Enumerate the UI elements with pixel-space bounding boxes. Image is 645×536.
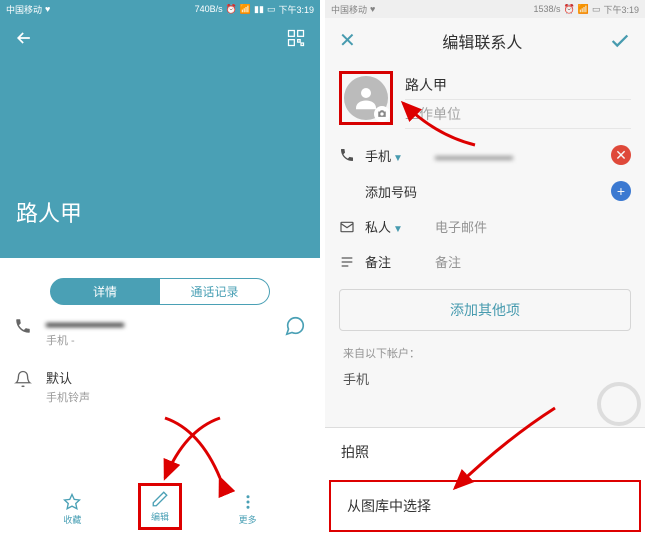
back-button[interactable] [14,28,34,48]
add-number-row[interactable]: 添加号码 + [325,173,645,209]
alarm-icon: ⏰ [564,4,575,15]
heart-icon: ♥ [370,4,375,14]
alarm-icon: ⏰ [226,4,237,15]
add-other-button[interactable]: 添加其他项 [339,289,631,331]
note-icon [339,254,355,270]
close-button[interactable]: ✕ [339,28,356,53]
message-icon[interactable] [284,315,306,337]
email-row[interactable]: 私人▼ 电子邮件 [325,209,645,244]
note-field[interactable]: 备注 [435,252,631,271]
account-value: 手机 [325,365,645,392]
edit-header: ✕ 编辑联系人 [325,18,645,63]
avatar-row: 路人甲 工作单位 [325,63,645,137]
add-number-button[interactable]: + [611,181,631,201]
signal-icon: ▮▮ [254,4,264,15]
dropdown-icon[interactable]: ▼ [393,153,403,164]
edit-label: 编辑 [151,510,169,523]
phone-field-row[interactable]: 手机▼ ▬▬▬▬▬▬ ✕ [325,137,645,173]
time-label: 下午3:19 [278,3,314,16]
phone-value[interactable]: ▬▬▬▬▬▬ [435,148,601,163]
ringtone-sub: 手机铃声 [46,389,306,405]
phone-type: 手机 [365,149,391,164]
more-label: 更多 [239,513,257,526]
battery-icon: ▭ [267,4,276,15]
contact-name: 路人甲 [16,196,82,228]
speed-label: 740B/s [195,4,223,14]
tab-calllog[interactable]: 通话记录 [160,278,270,305]
heart-icon: ♥ [45,4,50,14]
sheet-camera[interactable]: 拍照 [325,428,645,476]
carrier-label: 中国移动 [331,3,367,16]
phone-icon [14,317,34,335]
avatar-highlight [339,71,393,125]
note-label: 备注 [365,252,425,271]
sheet-gallery[interactable]: 从图库中选择 [329,480,641,532]
favorite-button[interactable]: 收藏 [53,489,91,530]
phone-row[interactable]: ▬▬▬▬▬▬ 手机 - [0,305,320,358]
tabs: 详情 通话记录 [0,278,320,305]
photo-picker-sheet: 拍照 从图库中选择 [325,427,645,536]
note-row[interactable]: 备注 备注 [325,244,645,279]
screenshot-left: 中国移动 ♥ 740B/s ⏰ 📶 ▮▮ ▭ 下午3:19 路人甲 详情 通话记… [0,0,320,536]
add-number-label: 添加号码 [365,182,417,201]
status-bar: 中国移动 ♥ 740B/s ⏰ 📶 ▮▮ ▭ 下午3:19 [0,0,320,18]
dropdown-icon[interactable]: ▼ [393,224,403,235]
wifi-icon: 📶 [240,4,251,15]
phone-sub: 手机 - [46,332,272,348]
page-title: 编辑联系人 [442,29,522,53]
wifi-icon: 📶 [578,4,589,15]
status-bar: 中国移动 ♥ 1538/s ⏰ 📶 ▭ 下午3:19 [325,0,645,18]
carrier-label: 中国移动 [6,3,42,16]
more-button[interactable]: 更多 [229,489,267,530]
confirm-button[interactable] [609,30,631,52]
contact-header: 路人甲 [0,18,320,258]
remove-phone-button[interactable]: ✕ [611,145,631,165]
phone-number: ▬▬▬▬▬▬ [46,315,272,330]
qr-icon[interactable] [286,28,306,48]
mail-icon [339,219,355,235]
edit-button[interactable]: 编辑 [138,483,182,530]
name-field[interactable]: 路人甲 [405,71,631,100]
tab-details[interactable]: 详情 [50,278,160,305]
bell-icon [14,370,34,388]
ringtone-label: 默认 [46,368,306,387]
email-type: 私人 [365,220,391,235]
screenshot-right: 中国移动 ♥ 1538/s ⏰ 📶 ▭ 下午3:19 ✕ 编辑联系人 路 [325,0,645,536]
time-label: 下午3:19 [603,3,639,16]
favorite-label: 收藏 [63,513,81,526]
phone-icon [339,147,355,163]
account-from-label: 来自以下帐户： [325,341,645,365]
camera-badge-icon [374,106,390,122]
ringtone-row[interactable]: 默认 手机铃声 [0,358,320,415]
avatar-button[interactable] [344,76,388,120]
work-field[interactable]: 工作单位 [405,100,631,129]
battery-icon: ▭ [592,4,601,15]
speed-label: 1538/s [533,4,560,14]
email-field[interactable]: 电子邮件 [435,217,631,236]
bottom-bar: 收藏 编辑 更多 [0,483,320,530]
